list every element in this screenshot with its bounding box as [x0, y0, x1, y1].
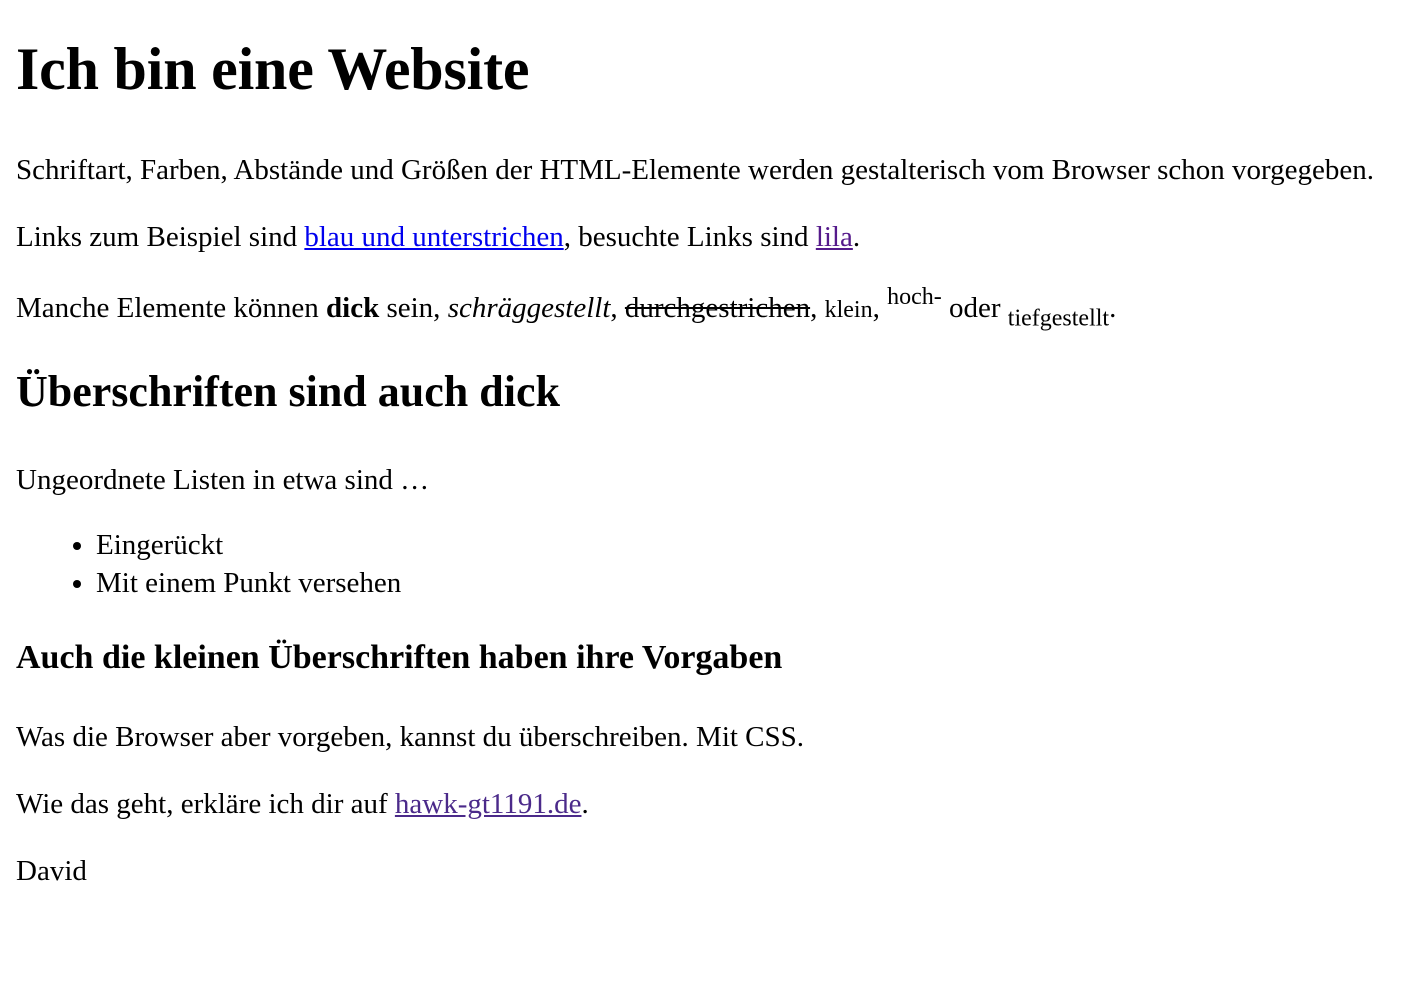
- small-heading: Auch die kleinen Überschriften haben ihr…: [16, 639, 783, 677]
- link-blue-underlined[interactable]: blau und unterstrichen: [304, 221, 563, 253]
- unordered-list: Eingerückt Mit einem Punkt versehen: [16, 527, 1412, 602]
- links-paragraph: Links zum Beispiel sind blau und unterst…: [16, 219, 1412, 256]
- elements-text-after-bold: sein,: [379, 292, 448, 325]
- howto-text-after: .: [581, 788, 589, 821]
- link-visited-purple[interactable]: lila: [816, 221, 853, 253]
- page-content: Ich bin eine Website Schriftart, Farben,…: [0, 0, 1428, 891]
- elements-text-end: .: [1109, 292, 1117, 325]
- links-text-middle: , besuchte Links sind: [563, 221, 816, 254]
- links-text-after: .: [852, 221, 861, 254]
- list-item: Mit einem Punkt versehen: [96, 565, 1412, 603]
- links-text-before: Links zum Beispiel sind: [16, 221, 305, 254]
- css-paragraph: Was die Browser aber vorgeben, kannst du…: [16, 721, 805, 754]
- howto-text-before: Wie das geht, erkläre ich dir auf: [16, 788, 395, 821]
- elements-text-after-italic: ,: [610, 292, 625, 325]
- elements-text-after-strike: ,: [810, 292, 825, 325]
- elements-text-after-small: ,: [872, 292, 888, 325]
- strikethrough-text: durchgestrichen: [624, 292, 811, 325]
- italic-text: schräggestellt: [447, 292, 611, 325]
- list-item: Eingerückt: [96, 527, 1412, 565]
- main-heading: Ich bin eine Website: [16, 36, 530, 102]
- bold-text: dick: [326, 292, 380, 325]
- lists-intro-paragraph: Ungeordnete Listen in etwa sind …: [16, 463, 430, 496]
- sub-heading: Überschriften sind auch dick: [16, 367, 560, 417]
- elements-text-before: Manche Elemente können: [16, 292, 327, 325]
- small-text: klein: [824, 297, 873, 324]
- superscript-text: hoch-: [887, 284, 942, 311]
- subscript-text: tiefgestellt: [1007, 305, 1110, 332]
- elements-paragraph: Manche Elemente können dick sein, schräg…: [16, 285, 1412, 331]
- intro-paragraph: Schriftart, Farben, Abstände und Größen …: [16, 154, 1375, 186]
- elements-text-after-sup: oder: [941, 292, 1008, 325]
- author-signature: David: [16, 855, 87, 888]
- website-link[interactable]: hawk-gt1191.de: [395, 788, 582, 820]
- howto-paragraph: Wie das geht, erkläre ich dir auf hawk-g…: [16, 786, 1412, 823]
